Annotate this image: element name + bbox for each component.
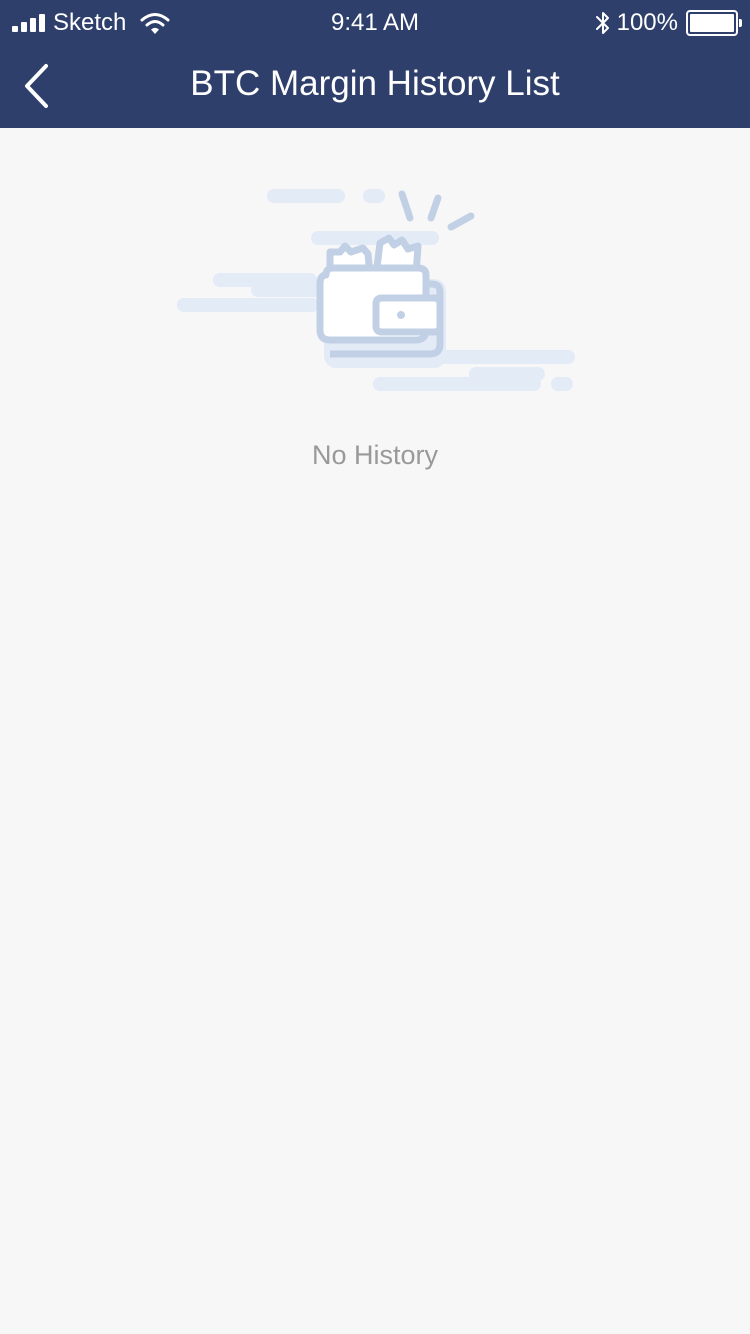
battery-icon (686, 10, 742, 36)
empty-state-message: No History (311, 440, 439, 470)
bluetooth-icon (595, 12, 609, 34)
status-right: 100% (595, 8, 742, 38)
battery-fill (690, 14, 734, 32)
empty-wallet-illustration (177, 189, 575, 391)
status-bar: Sketch 9:41 AM 100% (0, 0, 750, 44)
page-title: BTC Margin History List (190, 64, 560, 103)
battery-percent: 100% (616, 9, 678, 36)
sparkle-lines (398, 190, 475, 231)
wallet-icon (316, 264, 444, 358)
navigation-bar: BTC Margin History List (0, 44, 750, 128)
wallet-clasp (397, 311, 405, 319)
battery-tip (739, 19, 742, 27)
app-header: Sketch 9:41 AM 100% BTC Margin History L… (0, 0, 750, 128)
